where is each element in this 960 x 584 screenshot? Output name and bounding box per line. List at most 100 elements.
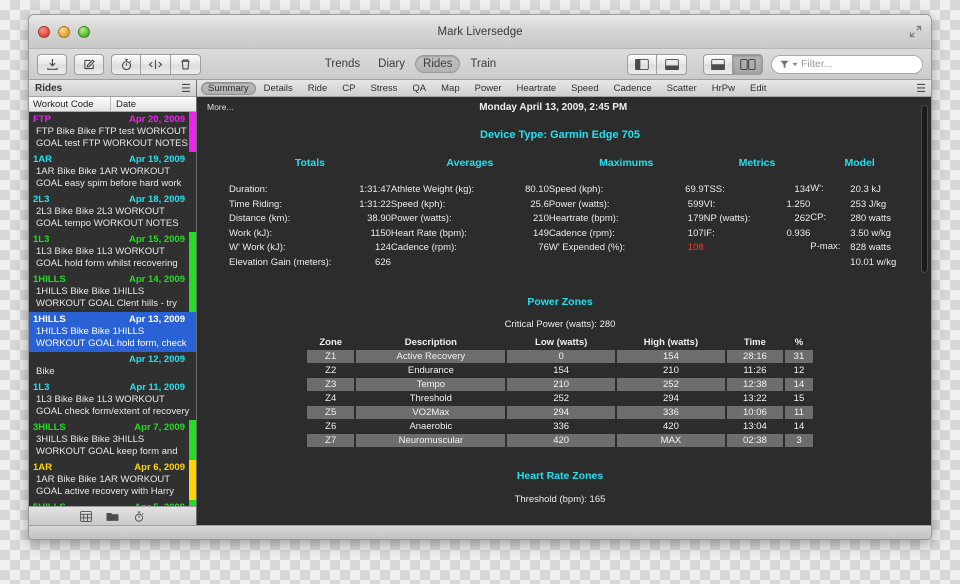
ride-list[interactable]: FTP Apr 20, 2009 FTP Bike Bike FTP test WO… bbox=[29, 112, 196, 506]
tab-details[interactable]: Details bbox=[257, 82, 300, 95]
sidebar-bottom-toggle[interactable] bbox=[657, 53, 687, 75]
ride-list-item[interactable]: 3HILLS Apr 7, 2009 3HILLS Bike Bike 3HILLS… bbox=[29, 420, 196, 460]
ride-list-item[interactable]: Apr 12, 2009 Bike bbox=[29, 352, 196, 380]
stat-value: 3.50 w/kg bbox=[850, 227, 891, 239]
tab-qa[interactable]: QA bbox=[405, 82, 433, 95]
filter-input[interactable]: Filter... bbox=[771, 54, 923, 74]
minimize-button[interactable] bbox=[58, 25, 70, 38]
window-bottom-strip bbox=[29, 525, 931, 539]
scrollbar-thumb[interactable] bbox=[921, 105, 928, 273]
stat-value: 69.9 bbox=[685, 184, 704, 195]
stat-value: 20.3 kJ bbox=[850, 184, 881, 195]
fullscreen-expand-icon[interactable] bbox=[909, 25, 922, 38]
tab-map[interactable]: Map bbox=[434, 82, 466, 95]
view-tab-bar[interactable]: Summary Details Ride CP Stress QA Map Power Hear… bbox=[197, 80, 931, 97]
tab-edit[interactable]: Edit bbox=[743, 82, 773, 95]
ride-date-heading: Monday April 13, 2009, 2:45 PM bbox=[479, 102, 628, 113]
ride-code: 2L3 bbox=[33, 194, 50, 205]
ride-date: Apr 6, 2009 bbox=[134, 462, 185, 473]
sidebar-menu-icon[interactable]: ☰ bbox=[181, 82, 191, 95]
ride-date: Apr 15, 2009 bbox=[129, 234, 185, 245]
tab-summary[interactable]: Summary bbox=[201, 81, 256, 95]
calendar-icon[interactable] bbox=[80, 510, 92, 522]
maximize-button[interactable] bbox=[78, 25, 90, 38]
stat-label: Athlete Weight (kg): bbox=[390, 184, 475, 195]
nav-diary[interactable]: Diary bbox=[370, 55, 413, 73]
tab-cadence[interactable]: Cadence bbox=[607, 82, 659, 95]
summary-stat-row: Time Riding: 1:31:22 bbox=[229, 198, 391, 213]
pz-col-time: Time bbox=[743, 337, 766, 348]
ride-list-item[interactable]: 2L3 Apr 18, 2009 2L3 Bike Bike 2L3 WORKOUT… bbox=[29, 192, 196, 232]
stat-label: W': bbox=[810, 183, 824, 194]
edit-button[interactable] bbox=[74, 53, 104, 75]
model-title: Model bbox=[844, 157, 875, 169]
ride-date: Apr 5, 2009 bbox=[134, 501, 185, 506]
stopwatch-icon[interactable] bbox=[133, 510, 145, 522]
device-type-label: Device Type: Garmin Edge 705 bbox=[480, 129, 640, 141]
sidebar-header: Rides ☰ bbox=[29, 80, 196, 97]
tabbar-menu-icon[interactable]: ☰ bbox=[916, 82, 926, 95]
summary-stat-row: 10.01 w/kg bbox=[810, 256, 909, 271]
content-scrollbar[interactable] bbox=[921, 103, 928, 519]
ride-list-item[interactable]: FTP Apr 20, 2009 FTP Bike Bike FTP test WO… bbox=[29, 112, 196, 152]
ride-detail-line: Bike bbox=[36, 366, 55, 377]
ride-list-item[interactable]: 1HILLS Apr 14, 2009 1HILLS Bike Bike 1HILL… bbox=[29, 272, 196, 312]
stat-label: TSS: bbox=[703, 184, 725, 195]
stat-value: 108 bbox=[687, 242, 704, 253]
stat-label: Distance (km): bbox=[229, 213, 291, 224]
summary-stat-row: P-max: 828 watts bbox=[810, 241, 909, 256]
ride-list-item[interactable]: 5HILLSApr 5, 20095HILLS Bike 5HILLS WORK… bbox=[29, 500, 196, 506]
ride-detail-line: GOAL easy spim before hard work bbox=[36, 178, 182, 189]
tile-view-toggle[interactable] bbox=[733, 53, 763, 75]
stat-label: VI: bbox=[703, 198, 716, 210]
tab-stress[interactable]: Stress bbox=[363, 82, 404, 95]
pz-cell-low: 210 bbox=[507, 378, 616, 391]
column-date[interactable]: Date bbox=[111, 99, 136, 110]
pz-cell-time: 02:38 bbox=[726, 434, 783, 447]
pz-cell-desc: Active Recovery bbox=[356, 350, 506, 363]
download-button[interactable] bbox=[37, 53, 67, 75]
sidebar-left-toggle[interactable] bbox=[627, 53, 657, 75]
ride-code: 3HILLS bbox=[33, 422, 66, 433]
list-view-toggle[interactable] bbox=[703, 53, 733, 75]
summary-stat-row: Speed (kph): 69.9 bbox=[549, 183, 704, 198]
pz-cell-high: 336 bbox=[617, 406, 725, 419]
summary-scroll-area: More... Monday April 13, 2009, 2:45 PM D… bbox=[197, 97, 931, 525]
ride-color-indicator bbox=[189, 500, 196, 506]
summary-content: More... Monday April 13, 2009, 2:45 PM D… bbox=[197, 97, 931, 525]
stopwatch-button[interactable] bbox=[111, 53, 141, 75]
pz-cell-zone: Z5 bbox=[307, 406, 355, 419]
nav-train[interactable]: Train bbox=[462, 55, 504, 73]
split-button[interactable] bbox=[141, 53, 171, 75]
stat-label: IF: bbox=[703, 227, 715, 239]
folder-icon[interactable] bbox=[106, 511, 119, 522]
tab-ride[interactable]: Ride bbox=[301, 82, 335, 95]
ride-list-item[interactable]: 1L3 Apr 11, 2009 1L3 Bike Bike 1L3 WORKOUT… bbox=[29, 380, 196, 420]
chevron-down-icon bbox=[792, 62, 798, 66]
stat-label: Heartrate (bpm): bbox=[548, 213, 619, 224]
nav-trends[interactable]: Trends bbox=[317, 55, 368, 73]
ride-list-item[interactable]: 1AR Apr 19, 2009 1AR Bike Bike 1AR WORKOUT… bbox=[29, 152, 196, 192]
pz-cell-time: 13:22 bbox=[743, 393, 767, 404]
ride-detail-line: 1AR Bike Bike 1AR WORKOUT bbox=[36, 474, 171, 485]
maximums-title: Maximums bbox=[599, 157, 654, 169]
tab-hrpw[interactable]: HrPw bbox=[705, 82, 742, 95]
ride-list-item[interactable]: 1L3 Apr 15, 2009 1L3 Bike Bike 1L3 WORKOUT… bbox=[29, 232, 196, 272]
pz-cell-high: 294 bbox=[663, 393, 679, 404]
stat-value: 1:31:22 bbox=[359, 198, 391, 210]
ride-date: Apr 13, 2009 bbox=[129, 314, 185, 325]
tab-speed[interactable]: Speed bbox=[564, 82, 605, 95]
close-button[interactable] bbox=[38, 25, 50, 38]
ride-list-item[interactable]: 1AR Apr 6, 2009 1AR Bike Bike 1AR WORKOUT G… bbox=[29, 460, 196, 500]
tab-scatter[interactable]: Scatter bbox=[660, 82, 704, 95]
pz-cell-zone: Z7 bbox=[307, 434, 355, 447]
more-link[interactable]: More... bbox=[207, 102, 233, 112]
tab-heartrate[interactable]: Heartrate bbox=[510, 82, 564, 95]
delete-button[interactable] bbox=[171, 53, 201, 75]
tab-power[interactable]: Power bbox=[468, 82, 509, 95]
column-workout-code[interactable]: Workout Code bbox=[29, 97, 111, 111]
pz-cell-time: 28:16 bbox=[726, 350, 783, 363]
ride-list-item[interactable]: 1HILLS Apr 13, 2009 1HILLS Bike Bike 1HILL… bbox=[29, 312, 196, 352]
tab-cp[interactable]: CP bbox=[335, 82, 362, 95]
nav-rides[interactable]: Rides bbox=[415, 55, 461, 73]
